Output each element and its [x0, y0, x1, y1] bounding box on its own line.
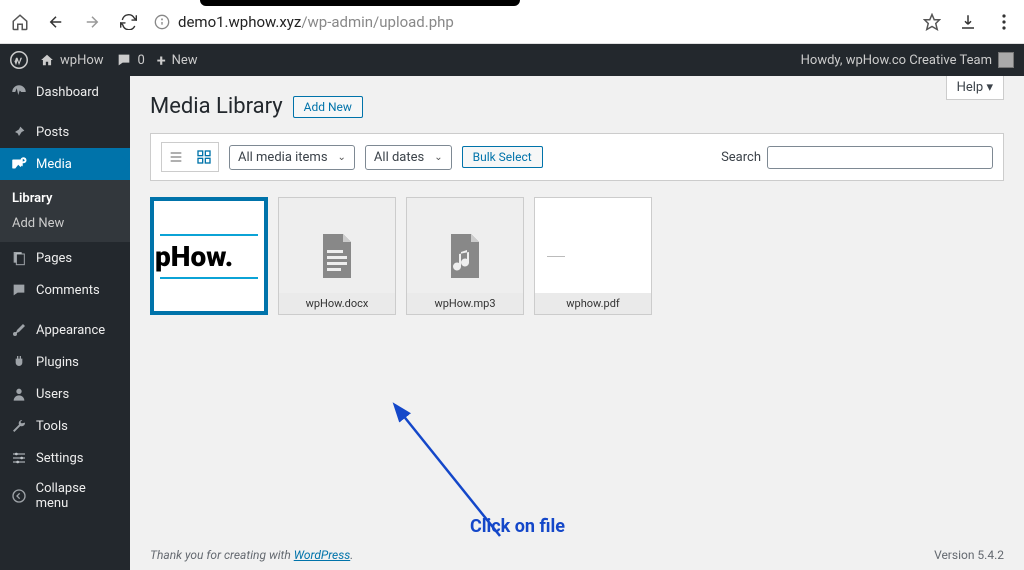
list-view-button[interactable] [162, 143, 190, 171]
house-icon [40, 53, 54, 67]
page-title: Media Library [150, 94, 283, 119]
admin-sidebar: Dashboard Posts Media Library Add New Pa… [0, 76, 130, 570]
home-icon[interactable] [10, 12, 30, 32]
new-label: New [172, 53, 198, 68]
version-text: Version 5.4.2 [934, 548, 1004, 562]
wrench-icon [10, 417, 28, 435]
chevron-down-icon: ▾ [986, 80, 993, 95]
sidebar-item-users[interactable]: Users [0, 378, 130, 410]
media-type-filter[interactable]: All media items⌄ [229, 145, 355, 170]
main-content: Help ▾ Media Library Add New All media i… [130, 76, 1024, 570]
comments-icon [10, 281, 28, 299]
avatar [998, 52, 1014, 68]
collapse-icon [10, 487, 28, 505]
sidebar-item-posts[interactable]: Posts [0, 116, 130, 148]
user-icon [10, 385, 28, 403]
sidebar-item-collapse[interactable]: Collapse menu [0, 474, 130, 518]
wp-admin-bar: wpHow 0 + New Howdy, wpHow.co Creative T… [0, 44, 1024, 76]
media-item-pdf[interactable]: wphow.pdf [534, 197, 652, 315]
comments-count: 0 [138, 53, 145, 68]
help-tab[interactable]: Help ▾ [946, 76, 1004, 100]
audio-icon [441, 232, 489, 280]
document-icon [313, 232, 361, 280]
wordpress-link[interactable]: WordPress [294, 548, 351, 562]
add-new-button[interactable]: Add New [293, 96, 363, 118]
address-bar[interactable]: demo1.wphow.xyz/wp-admin/upload.php [154, 13, 906, 31]
sidebar-sub-library[interactable]: Library [0, 186, 130, 211]
info-icon [154, 14, 170, 30]
site-link[interactable]: wpHow [40, 53, 104, 68]
sidebar-sub-add-new[interactable]: Add New [0, 211, 130, 236]
new-link[interactable]: + New [157, 51, 198, 70]
sidebar-item-comments[interactable]: Comments [0, 274, 130, 306]
site-name: wpHow [60, 53, 104, 68]
media-caption: wpHow.mp3 [407, 293, 523, 314]
sidebar-item-pages[interactable]: Pages [0, 242, 130, 274]
howdy-user[interactable]: Howdy, wpHow.co Creative Team [801, 52, 1024, 68]
comments-link[interactable]: 0 [116, 52, 145, 68]
search-label: Search [721, 150, 761, 165]
sidebar-item-tools[interactable]: Tools [0, 410, 130, 442]
comment-icon [116, 52, 132, 68]
sidebar-item-appearance[interactable]: Appearance [0, 314, 130, 346]
view-mode-switch [161, 142, 219, 172]
sidebar-item-plugins[interactable]: Plugins [0, 346, 130, 378]
annotation-arrow [390, 396, 530, 556]
grid-view-button[interactable] [190, 143, 218, 171]
browser-toolbar: demo1.wphow.xyz/wp-admin/upload.php [0, 0, 1024, 44]
pin-icon [10, 123, 28, 141]
sliders-icon [10, 449, 28, 467]
filter-bar: All media items⌄ All dates⌄ Bulk Select … [150, 133, 1004, 181]
date-filter[interactable]: All dates⌄ [365, 145, 452, 170]
chevron-down-icon: ⌄ [338, 152, 346, 163]
image-thumbnail: pHow. [154, 201, 264, 311]
media-grid: pHow. wpHow.docx wpHow.mp3 wphow.pdf [150, 197, 1004, 315]
wp-logo-icon[interactable] [10, 51, 28, 69]
plus-icon: + [157, 51, 166, 70]
reload-icon[interactable] [118, 12, 138, 32]
sidebar-item-media[interactable]: Media [0, 148, 130, 180]
browser-tab-strip [200, 0, 520, 6]
media-caption: wphow.pdf [535, 293, 651, 314]
media-item-mp3[interactable]: wpHow.mp3 [406, 197, 524, 315]
back-icon[interactable] [46, 12, 66, 32]
bulk-select-button[interactable]: Bulk Select [462, 146, 543, 168]
media-item-docx[interactable]: wpHow.docx [278, 197, 396, 315]
annotation-text: Click on file [470, 516, 565, 537]
url-host: demo1.wphow.xyz [178, 13, 301, 31]
wp-footer: Thank you for creating with WordPress. V… [150, 548, 1004, 562]
brush-icon [10, 321, 28, 339]
media-item-image[interactable]: pHow. [150, 197, 268, 315]
gauge-icon [10, 83, 28, 101]
pages-icon [10, 249, 28, 267]
url-path: /wp-admin/upload.php [301, 13, 454, 31]
sidebar-submenu-media: Library Add New [0, 180, 130, 242]
kebab-icon[interactable] [994, 12, 1014, 32]
sidebar-item-dashboard[interactable]: Dashboard [0, 76, 130, 108]
chevron-down-icon: ⌄ [434, 152, 442, 163]
forward-icon[interactable] [82, 12, 102, 32]
media-caption: wpHow.docx [279, 293, 395, 314]
plug-icon [10, 353, 28, 371]
media-icon [10, 155, 28, 173]
search-input[interactable] [767, 146, 993, 169]
download-icon[interactable] [958, 12, 978, 32]
star-icon[interactable] [922, 12, 942, 32]
sidebar-item-settings[interactable]: Settings [0, 442, 130, 474]
